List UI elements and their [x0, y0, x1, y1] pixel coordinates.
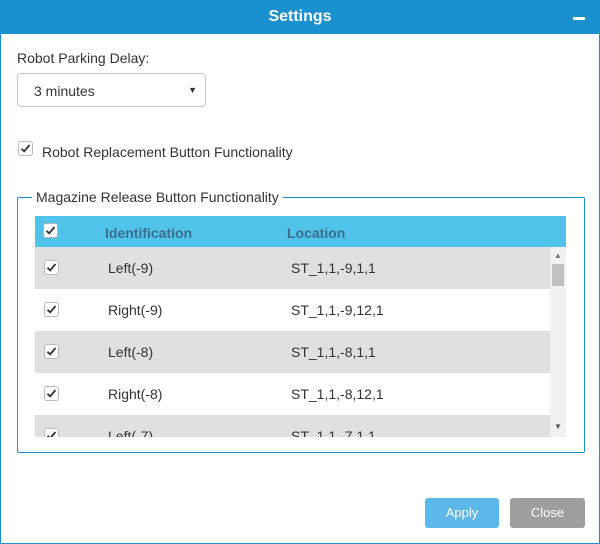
magazine-release-grid: Identification Location Left(-9) ST_1,1,…	[35, 216, 566, 437]
parking-delay-value: 3 minutes	[34, 83, 95, 99]
robot-replacement-label: Robot Replacement Button Functionality	[42, 144, 293, 160]
grid-scrollbar[interactable]: ▲ ▼	[550, 247, 566, 437]
grid-body: Left(-9) ST_1,1,-9,1,1 Right(-9) ST_1,1,…	[35, 247, 550, 437]
cell-identification: Left(-9)	[108, 260, 154, 276]
cell-location: ST_1,1,-8,1,1	[291, 344, 376, 360]
table-row[interactable]: Left(-8) ST_1,1,-8,1,1	[35, 331, 550, 373]
checkmark-icon	[45, 226, 56, 235]
apply-button[interactable]: Apply	[425, 498, 499, 528]
row-checkbox[interactable]	[44, 302, 59, 317]
row-checkbox[interactable]	[44, 428, 59, 437]
settings-dialog: Settings Robot Parking Delay: 3 minutes …	[0, 0, 600, 544]
select-all-checkbox[interactable]	[43, 223, 58, 238]
table-row[interactable]: Right(-9) ST_1,1,-9,12,1	[35, 289, 550, 331]
grid-header: Identification Location	[35, 216, 566, 247]
scroll-up-arrow-icon[interactable]: ▲	[554, 251, 562, 260]
minimize-icon	[573, 17, 585, 20]
parking-delay-label: Robot Parking Delay:	[17, 50, 150, 66]
table-row[interactable]: Right(-8) ST_1,1,-8,12,1	[35, 373, 550, 415]
cell-identification: Right(-9)	[108, 302, 163, 318]
cell-identification: Right(-8)	[108, 386, 163, 402]
chevron-down-icon: ▼	[188, 85, 197, 95]
magazine-release-legend: Magazine Release Button Functionality	[32, 189, 283, 205]
dialog-title: Settings	[268, 8, 332, 25]
checkmark-icon	[46, 305, 57, 314]
scrollbar-thumb[interactable]	[552, 264, 564, 286]
column-header-location[interactable]: Location	[287, 225, 345, 241]
checkmark-icon	[46, 263, 57, 272]
cell-location: ST_1,1,-7,1,1	[291, 428, 376, 437]
cell-location: ST_1,1,-9,1,1	[291, 260, 376, 276]
checkmark-icon	[46, 431, 57, 437]
cell-identification: Left(-8)	[108, 344, 154, 360]
cell-location: ST_1,1,-9,12,1	[291, 302, 384, 318]
table-row[interactable]: Left(-7) ST_1,1,-7,1,1	[35, 415, 550, 437]
row-checkbox[interactable]	[44, 260, 59, 275]
minimize-button[interactable]	[571, 10, 589, 26]
checkmark-icon	[20, 144, 31, 153]
row-checkbox[interactable]	[44, 386, 59, 401]
row-checkbox[interactable]	[44, 344, 59, 359]
dialog-titlebar: Settings	[1, 1, 599, 34]
column-header-identification[interactable]: Identification	[105, 225, 192, 241]
scroll-down-arrow-icon[interactable]: ▼	[554, 422, 562, 431]
cell-location: ST_1,1,-8,12,1	[291, 386, 384, 402]
close-button[interactable]: Close	[510, 498, 585, 528]
cell-identification: Left(-7)	[108, 428, 154, 437]
parking-delay-select[interactable]: 3 minutes ▼	[17, 73, 206, 107]
checkmark-icon	[46, 347, 57, 356]
robot-replacement-checkbox[interactable]	[18, 141, 33, 156]
checkmark-icon	[46, 389, 57, 398]
table-row[interactable]: Left(-9) ST_1,1,-9,1,1	[35, 247, 550, 289]
